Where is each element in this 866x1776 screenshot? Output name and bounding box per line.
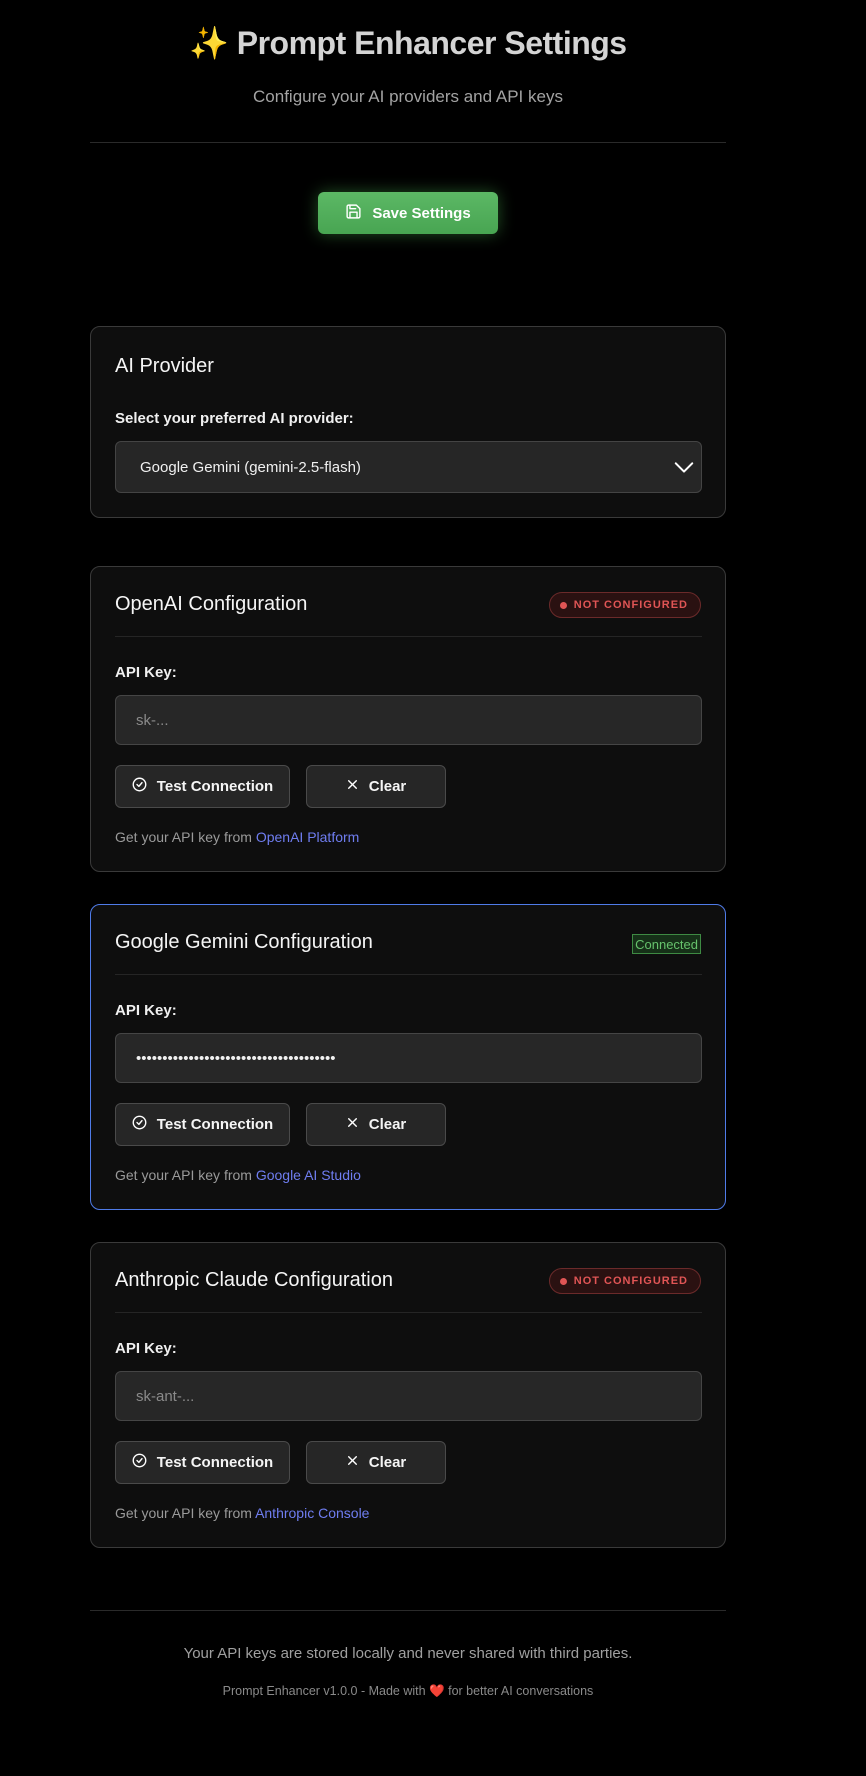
gemini-help-prefix: Get your API key from <box>115 1167 252 1183</box>
heart-icon: ❤️ <box>429 1684 445 1698</box>
provider-select-value: Google Gemini (gemini-2.5-flash) <box>140 458 361 476</box>
gemini-status-badge: Connected <box>632 934 701 954</box>
anthropic-help-text: Get your API key from Anthropic Console <box>115 1505 369 1521</box>
gemini-help-text: Get your API key from Google AI Studio <box>115 1167 361 1183</box>
openai-test-connection-button[interactable]: Test Connection <box>115 765 290 808</box>
anthropic-help-prefix: Get your API key from <box>115 1505 252 1521</box>
ai-provider-heading: AI Provider <box>115 355 214 377</box>
close-icon <box>346 1454 359 1471</box>
openai-status-text: NOT CONFIGURED <box>573 599 688 611</box>
settings-page: ✨ Prompt Enhancer Settings Configure your… <box>0 0 866 1776</box>
save-icon <box>345 203 362 224</box>
save-settings-label: Save Settings <box>372 204 471 222</box>
anthropic-api-key-label: API Key: <box>115 1340 177 1357</box>
status-dot-icon <box>559 1277 567 1285</box>
openai-status-badge: NOT CONFIGURED <box>548 592 701 618</box>
sparkles-icon: ✨ <box>189 25 229 61</box>
openai-help-prefix: Get your API key from <box>115 829 252 845</box>
anthropic-heading: Anthropic Claude Configuration <box>115 1269 393 1291</box>
page-subtitle: Configure your AI providers and API keys <box>253 87 563 106</box>
check-circle-icon <box>132 1115 147 1134</box>
gemini-clear-label: Clear <box>368 1116 407 1133</box>
close-icon <box>346 778 359 795</box>
page-title-text: Prompt Enhancer Settings <box>236 25 627 61</box>
gemini-test-label: Test Connection <box>156 1116 274 1133</box>
footer-version-suffix: for better AI conversations <box>448 1684 594 1698</box>
ai-provider-card: AI Provider Select your preferred AI pro… <box>90 326 726 518</box>
gemini-card-divider <box>115 974 702 975</box>
gemini-api-key-input[interactable] <box>115 1033 702 1083</box>
gemini-heading: Google Gemini Configuration <box>115 931 373 953</box>
anthropic-clear-button[interactable]: Clear <box>306 1441 446 1484</box>
provider-select[interactable]: Google Gemini (gemini-2.5-flash) <box>115 441 702 493</box>
anthropic-clear-label: Clear <box>368 1454 407 1471</box>
gemini-config-card: Google Gemini Configuration Connected AP… <box>90 904 726 1210</box>
anthropic-card-divider <box>115 1312 702 1313</box>
close-icon <box>346 1116 359 1133</box>
anthropic-status-text: NOT CONFIGURED <box>573 1275 688 1287</box>
openai-clear-button[interactable]: Clear <box>306 765 446 808</box>
gemini-clear-button[interactable]: Clear <box>306 1103 446 1146</box>
google-ai-studio-link[interactable]: Google AI Studio <box>256 1167 361 1183</box>
footer-divider <box>90 1610 726 1611</box>
provider-select-label: Select your preferred AI provider: <box>115 410 354 427</box>
openai-test-label: Test Connection <box>156 778 274 795</box>
save-settings-button[interactable]: Save Settings <box>318 192 498 234</box>
anthropic-api-key-input[interactable] <box>115 1371 702 1421</box>
anthropic-console-link[interactable]: Anthropic Console <box>255 1505 369 1521</box>
gemini-test-connection-button[interactable]: Test Connection <box>115 1103 290 1146</box>
openai-config-card: OpenAI Configuration NOT CONFIGURED API … <box>90 566 726 872</box>
check-circle-icon <box>132 777 147 796</box>
gemini-api-key-label: API Key: <box>115 1002 177 1019</box>
openai-platform-link[interactable]: OpenAI Platform <box>256 829 360 845</box>
anthropic-config-card: Anthropic Claude Configuration NOT CONFI… <box>90 1242 726 1548</box>
openai-heading: OpenAI Configuration <box>115 593 308 615</box>
check-circle-icon <box>132 1453 147 1472</box>
footer-version-prefix: Prompt Enhancer v1.0.0 - Made with <box>222 1684 426 1698</box>
openai-api-key-input[interactable] <box>115 695 702 745</box>
openai-card-divider <box>115 636 702 637</box>
openai-api-key-label: API Key: <box>115 664 177 681</box>
footer-notice: Your API keys are stored locally and nev… <box>183 1645 633 1662</box>
openai-help-text: Get your API key from OpenAI Platform <box>115 829 359 845</box>
page-title: ✨ Prompt Enhancer Settings <box>90 24 726 62</box>
openai-clear-label: Clear <box>368 778 407 795</box>
footer-version: Prompt Enhancer v1.0.0 - Made with ❤️ fo… <box>90 1684 726 1699</box>
header-divider <box>90 142 726 143</box>
anthropic-status-badge: NOT CONFIGURED <box>548 1268 701 1294</box>
chevron-down-icon <box>673 456 695 478</box>
anthropic-test-connection-button[interactable]: Test Connection <box>115 1441 290 1484</box>
anthropic-test-label: Test Connection <box>156 1454 274 1471</box>
status-dot-icon <box>559 601 567 609</box>
